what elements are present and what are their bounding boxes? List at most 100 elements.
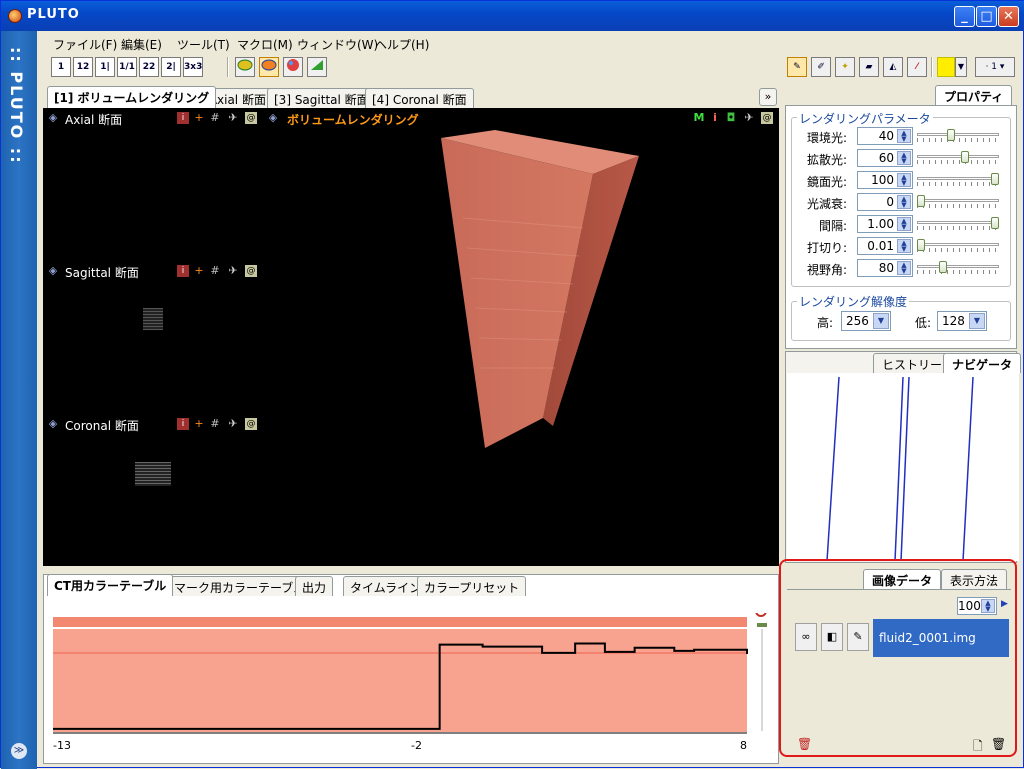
layout-3x3-button[interactable]: 3x3 [183,57,203,77]
param-spinner[interactable]: 1.00 ▲ ▼ [857,215,913,233]
layout-22-button[interactable]: 22 [139,57,159,77]
tab-properties[interactable]: プロパティ [935,85,1013,105]
eraser-icon[interactable]: ▰ [859,57,879,77]
tab-color-preset[interactable]: カラープリセット [417,576,527,596]
tab-mark-colortable[interactable]: マーク用カラーテーブル [167,576,313,596]
close-button[interactable]: ✕ [998,6,1019,27]
tab-timeline[interactable]: タイムライン [343,576,429,596]
crosshair-icon[interactable]: + [193,112,205,124]
scale-thumb[interactable] [757,623,767,627]
spin-arrows-icon[interactable]: ▲ ▼ [897,129,911,143]
image-file-item[interactable]: fluid2_0001.img [873,619,1009,657]
param-slider[interactable] [917,239,999,253]
param-spinner[interactable]: 80 ▲ ▼ [857,259,913,277]
maximize-button[interactable]: □ [976,6,997,27]
grid-icon[interactable]: # [209,418,221,430]
param-spinner[interactable]: 0.01 ▲ ▼ [857,237,913,255]
clip-icon[interactable]: @ [761,112,773,124]
slider-thumb[interactable] [917,239,925,251]
volume-icon[interactable] [235,57,255,77]
magic-wand-icon[interactable]: ✦ [835,57,855,77]
color-dropdown-icon[interactable]: ▼ [955,57,967,77]
brush-icon[interactable]: ✐ [811,57,831,77]
menu-window[interactable]: ウィンドウ(W) [297,36,378,53]
param-spinner[interactable]: 60 ▲ ▼ [857,149,913,167]
new-file-icon[interactable]: 🗋 [973,737,983,758]
tab-ct-colortable[interactable]: CT用カラーテーブル [47,574,174,596]
info-flag[interactable]: i [709,112,721,124]
menu-tools[interactable]: ツール(T) [177,36,230,53]
pencil-icon[interactable]: ✎ [787,57,807,77]
tab-history[interactable]: ヒストリー [873,353,952,373]
param-spinner[interactable]: 0 ▲ ▼ [857,193,913,211]
chevron-down-icon[interactable]: ▼ [969,313,985,329]
tab-coronal[interactable]: [4] Coronal 断面 [365,88,474,108]
eyedropper-icon[interactable]: ⁄ [907,57,927,77]
tab-navigator[interactable]: ナビゲータ [943,353,1022,373]
tab-display-method[interactable]: 表示方法 [941,569,1008,589]
line-width-select[interactable]: · 1 ▾ [975,57,1015,77]
more-tabs-button[interactable]: » [759,88,777,106]
minimize-button[interactable]: _ [954,6,975,27]
crosshair-icon[interactable]: + [193,418,205,430]
slider-thumb[interactable] [961,151,970,163]
param-slider[interactable] [917,195,999,209]
crosshair-icon[interactable]: + [193,265,205,277]
palette-icon[interactable] [283,57,303,77]
navigator-view[interactable] [787,373,1019,562]
magnifier-icon[interactable] [755,613,767,617]
layout-2v-button[interactable]: 2| [161,57,181,77]
slider-thumb[interactable] [946,129,955,141]
opacity-spinner[interactable]: 100 ▲ ▼ [957,597,997,615]
delete-icon[interactable]: 🗑 [991,737,1006,751]
pin-icon[interactable]: ✈ [227,265,239,277]
grid-icon[interactable]: # [209,265,221,277]
menu-file[interactable]: ファイル(F) [53,36,117,53]
param-slider[interactable] [917,217,999,231]
param-spinner[interactable]: 40 ▲ ▼ [857,127,913,145]
spin-arrows-icon[interactable]: ▲ ▼ [897,195,911,209]
slider-thumb[interactable] [917,195,925,207]
clip-icon[interactable]: @ [245,112,257,124]
spin-arrows-icon[interactable]: ▲ ▼ [897,261,911,275]
grid-icon[interactable]: # [209,112,221,124]
tab-sagittal[interactable]: [3] Sagittal 断面 [267,88,376,108]
info-icon[interactable]: i [177,265,189,277]
slider-thumb[interactable] [991,173,999,185]
pin-icon[interactable]: ✈ [743,112,755,124]
volume-render-image[interactable] [433,128,653,458]
tab-volume-rendering[interactable]: [1] ボリュームレンダリング [47,86,217,108]
menu-macro[interactable]: マクロ(M) [237,36,293,53]
tab-output[interactable]: 出力 [295,576,334,596]
info-icon[interactable]: i [177,418,189,430]
param-slider[interactable] [917,151,999,165]
tab-image-data[interactable]: 画像データ [863,569,942,589]
low-resolution-select[interactable]: 128 ▼ [937,311,987,331]
arrow-right-icon[interactable]: ▶ [1001,599,1008,609]
slider-thumb[interactable] [991,217,999,229]
spin-arrows-icon[interactable]: ▲ ▼ [897,173,911,187]
param-slider[interactable] [917,261,999,275]
lock-icon[interactable]: ◘ [725,112,737,124]
slider-thumb[interactable] [939,261,948,273]
clip-icon[interactable]: @ [245,265,257,277]
clip-icon[interactable]: @ [245,418,257,430]
menu-help[interactable]: ヘルプ(H) [375,36,429,53]
param-slider[interactable] [917,173,999,187]
spin-arrows-icon[interactable]: ▲ ▼ [897,239,911,253]
ct-color-table-chart[interactable]: -13 -2 8 [51,613,773,761]
render-mode-icon[interactable] [259,57,279,77]
param-slider[interactable] [917,129,999,143]
pen-icon[interactable]: ✎ [847,623,869,651]
pin-icon[interactable]: ✈ [227,418,239,430]
pin-icon[interactable]: ✈ [227,112,239,124]
contrast-icon[interactable]: ◧ [821,623,843,651]
mark-flag[interactable]: M [693,112,705,124]
spin-arrows-icon[interactable]: ▲ ▼ [981,599,995,613]
menu-edit[interactable]: 編集(E) [121,36,162,53]
layout-1v-button[interactable]: 1| [95,57,115,77]
param-spinner[interactable]: 100 ▲ ▼ [857,171,913,189]
color-swatch[interactable] [937,57,955,77]
info-icon[interactable]: i [177,112,189,124]
link-icon[interactable]: ∞ [795,623,817,651]
